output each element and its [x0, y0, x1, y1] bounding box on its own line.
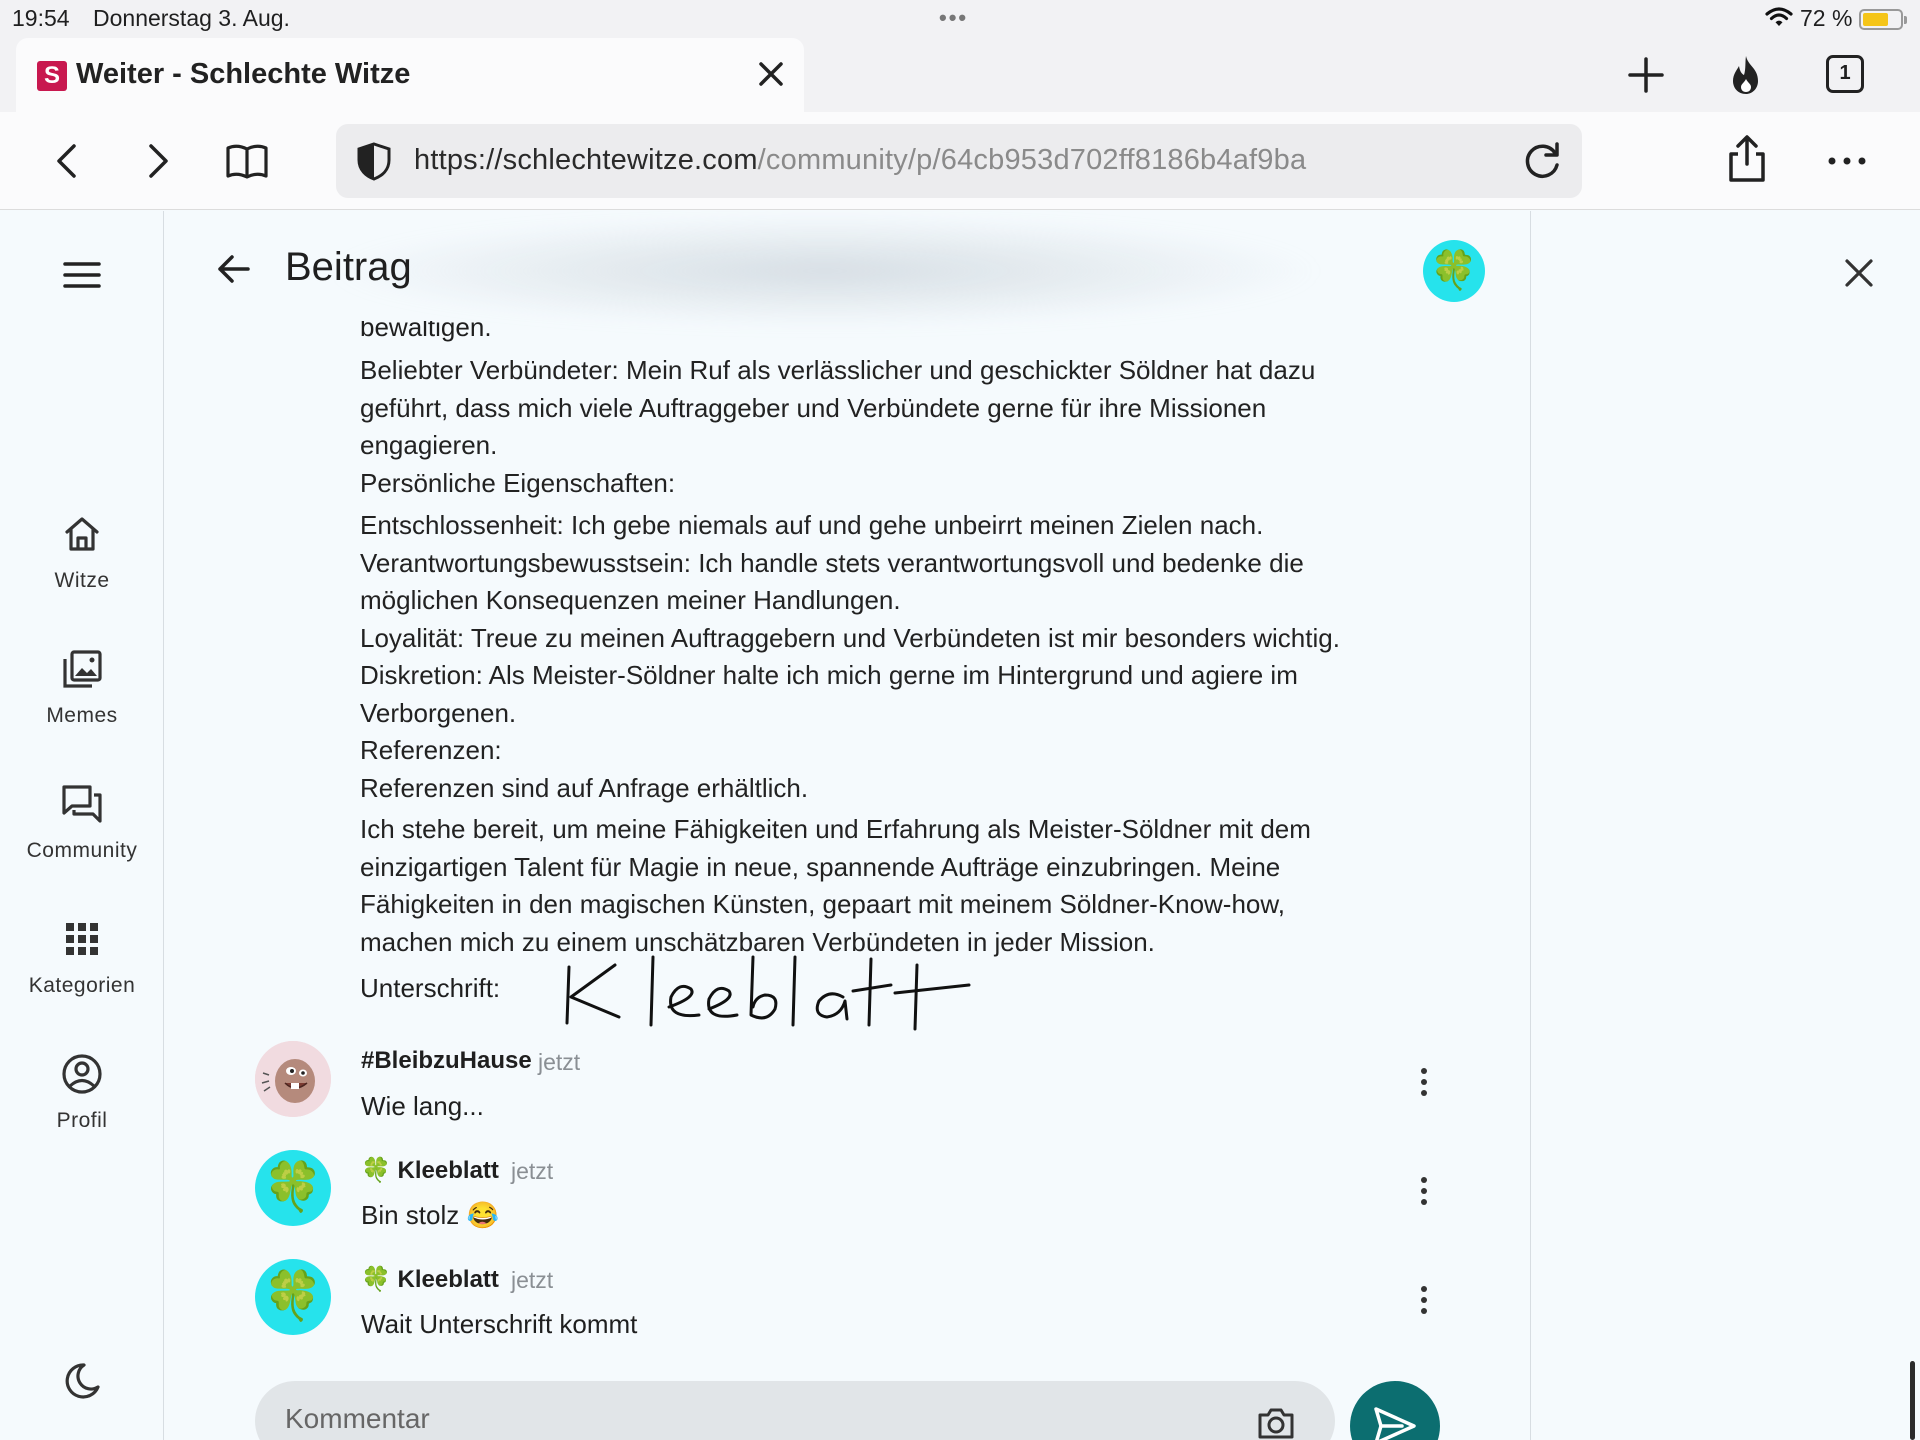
close-tab-icon[interactable]	[751, 54, 791, 94]
comment-item: 🍀 🍀 Kleeblatt jetzt Wait Unterschrift ko…	[255, 1259, 1455, 1359]
nav-item-witze[interactable]: Witze	[0, 511, 164, 593]
send-button[interactable]	[1350, 1381, 1440, 1440]
comment-text: Wait Unterschrift kommt	[361, 1309, 638, 1339]
post-line: möglichen Konsequenzen meiner Handlungen…	[360, 585, 901, 615]
post-line: Beliebter Verbündeter: Mein Ruf als verl…	[360, 355, 1316, 385]
comment-input[interactable]: Kommentar	[255, 1381, 1335, 1440]
images-icon	[63, 650, 102, 688]
post-line: engagieren.	[360, 430, 498, 460]
post-closing-paragraph: Ich stehe bereit, um meine Fähigkeiten u…	[360, 814, 1311, 957]
nav-label-kategorien: Kategorien	[28, 974, 136, 997]
comment-more-icon[interactable]	[1417, 1065, 1431, 1105]
comment-placeholder: Kommentar	[285, 1403, 430, 1434]
forward-chevron-icon[interactable]	[132, 136, 182, 186]
url-path: /community/p/64cb953d702ff8186b4af9ba	[757, 144, 1307, 176]
comment-item: #BleibzuHause jetzt Wie lang...	[255, 1041, 1455, 1141]
side-navigation: Witze Memes Community Kategorien Profil	[0, 211, 164, 1440]
clover-avatar[interactable]: 🍀	[255, 1150, 331, 1226]
page-title: Beitrag	[285, 245, 412, 289]
browser-toolbar: https://schlechtewitze.com/community/p/6…	[0, 112, 1920, 210]
comment-time: jetzt	[511, 1158, 554, 1184]
beaver-avatar[interactable]	[255, 1041, 331, 1117]
comment-more-icon[interactable]	[1417, 1174, 1431, 1214]
url-text[interactable]: https://schlechtewitze.com/community/p/6…	[414, 144, 1306, 177]
nav-item-community[interactable]: Community	[0, 781, 164, 863]
post-line: Entschlossenheit: Ich gebe niemals auf u…	[360, 510, 1264, 540]
nav-label-memes: Memes	[46, 704, 118, 727]
reload-icon[interactable]	[1519, 139, 1565, 185]
comment-time: jetzt	[538, 1049, 581, 1075]
tab-bar: S Weiter - Schlechte Witze 1	[0, 38, 1920, 112]
tab-title: Weiter - Schlechte Witze	[76, 58, 411, 90]
comment-text: Wie lang...	[361, 1091, 484, 1121]
site-favicon: S	[37, 61, 67, 91]
flame-icon[interactable]	[1724, 52, 1768, 98]
status-date: Donnerstag 3. Aug.	[93, 5, 290, 31]
post-line: Diskretion: Als Meister-Söldner halte ic…	[360, 660, 1298, 690]
post-line: Referenzen sind auf Anfrage erhältlich.	[360, 772, 809, 803]
post-line: Verantwortungsbewusstsein: Ich handle st…	[360, 547, 1304, 578]
tab-count-button[interactable]: 1	[1826, 55, 1864, 93]
comment-more-icon[interactable]	[1417, 1283, 1431, 1323]
comment-time: jetzt	[511, 1267, 554, 1293]
scrollbar-thumb[interactable]	[1910, 1361, 1915, 1440]
dark-mode-moon-icon[interactable]	[60, 1359, 104, 1403]
back-chevron-icon[interactable]	[43, 136, 93, 186]
status-time: 19:54	[12, 5, 70, 31]
close-icon[interactable]	[1837, 251, 1881, 295]
post-line: Referenzen:	[360, 735, 502, 765]
comment-text: Bin stolz 😂	[361, 1200, 499, 1230]
new-tab-plus-icon[interactable]	[1624, 53, 1668, 97]
nav-item-kategorien[interactable]: Kategorien	[0, 916, 164, 998]
more-options-icon[interactable]	[1822, 136, 1872, 186]
right-pane	[1532, 211, 1920, 1440]
blurred-header-background	[325, 215, 1325, 327]
post-paragraph-1: Beliebter Verbündeter: Mein Ruf als verl…	[360, 352, 1420, 502]
user-avatar[interactable]: 🍀	[1423, 240, 1485, 302]
handwritten-signature	[565, 955, 971, 1031]
hamburger-menu-icon[interactable]	[58, 251, 106, 299]
share-icon[interactable]	[1720, 132, 1774, 186]
battery-percentage: 72 %	[1800, 5, 1853, 31]
forum-icon	[62, 785, 102, 823]
address-bar[interactable]: https://schlechtewitze.com/community/p/6…	[336, 124, 1582, 198]
comment-author[interactable]: 🍀 Kleeblatt	[361, 1156, 499, 1185]
nav-label-profil: Profil	[56, 1109, 108, 1132]
post-text-cut-line: bewältigen.	[360, 321, 492, 342]
post-line: geführt, dass mich viele Auftraggeber un…	[360, 392, 1267, 423]
clover-avatar[interactable]: 🍀	[255, 1259, 331, 1335]
url-host: https://schlechtewitze.com	[414, 144, 758, 176]
post-paragraph-2: Entschlossenheit: Ich gebe niemals auf u…	[360, 507, 1420, 807]
nav-label-community: Community	[26, 839, 138, 862]
multitasking-dots-icon[interactable]: •••	[939, 5, 968, 31]
browser-tab[interactable]: S Weiter - Schlechte Witze	[16, 38, 804, 112]
camera-icon[interactable]	[1255, 1403, 1297, 1440]
status-bar: 19:54 Donnerstag 3. Aug. ••• 72 %	[0, 0, 1920, 38]
comment-item: 🍀 🍀 Kleeblatt jetzt Bin stolz 😂	[255, 1150, 1455, 1250]
back-arrow-icon[interactable]	[212, 247, 256, 291]
shield-icon[interactable]	[353, 140, 395, 182]
nav-label-witze: Witze	[54, 569, 110, 592]
nav-item-memes[interactable]: Memes	[0, 646, 164, 728]
post-panel: Beitrag 🍀 bewältigen. Beliebter Verbünde…	[165, 211, 1531, 1440]
post-line: Persönliche Eigenschaften:	[360, 467, 676, 498]
post-header: Beitrag 🍀	[165, 211, 1530, 327]
nav-item-profil[interactable]: Profil	[0, 1051, 164, 1133]
comment-author[interactable]: #BleibzuHause	[361, 1047, 532, 1075]
comment-author[interactable]: 🍀 Kleeblatt	[361, 1265, 499, 1294]
home-icon	[65, 517, 99, 551]
send-icon	[1374, 1407, 1416, 1440]
wifi-icon	[1765, 7, 1793, 26]
account-icon	[62, 1054, 102, 1094]
post-line: Loyalität: Treue zu meinen Auftraggebern…	[360, 622, 1340, 653]
bookmarks-book-icon[interactable]	[222, 136, 272, 186]
signature-label: Unterschrift:	[360, 973, 501, 1003]
battery-icon	[1859, 9, 1907, 30]
post-line: Verborgenen.	[360, 697, 517, 728]
grid-icon	[66, 923, 98, 955]
